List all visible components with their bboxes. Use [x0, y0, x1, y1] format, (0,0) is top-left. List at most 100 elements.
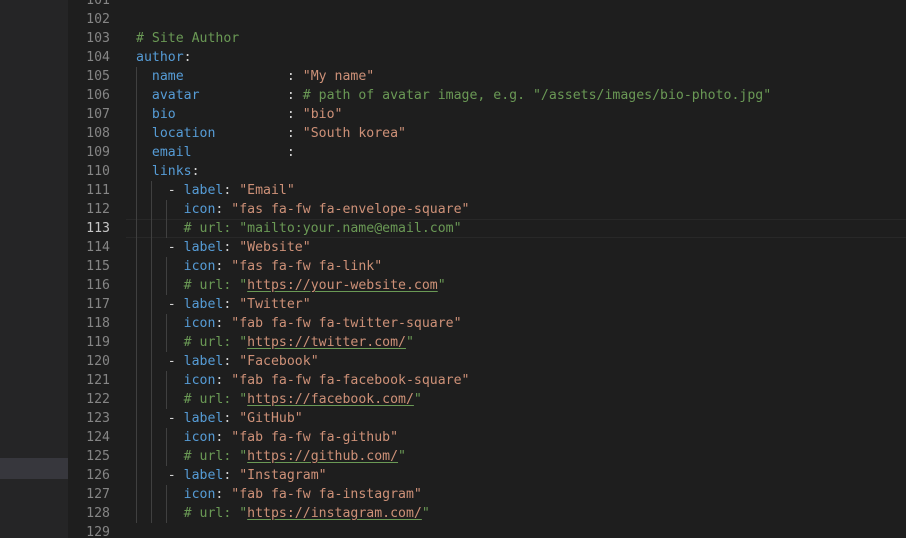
code-link[interactable]: https://github.com/	[247, 449, 398, 464]
code-string: "Email"	[239, 183, 295, 198]
code-line[interactable]: 116 # url: "https://your-website.com"	[0, 276, 906, 295]
code-line[interactable]: 111 - label: "Email"	[0, 181, 906, 200]
code-key: icon	[183, 487, 216, 502]
code-text: - label: "Facebook"	[136, 352, 319, 371]
code-line[interactable]: 104 author:	[0, 48, 906, 67]
code-text: icon: "fab fa-fw fa-twitter-square"	[136, 314, 462, 333]
code-text: # url: "https://your-website.com"	[136, 276, 446, 295]
code-comment: # url: "	[183, 335, 248, 350]
code-key: icon	[183, 373, 216, 388]
line-number: 106	[86, 88, 110, 103]
code-comment: # path of avatar image, e.g. "/assets/im…	[302, 88, 772, 103]
code-line[interactable]: 118 icon: "fab fa-fw fa-twitter-square"	[0, 314, 906, 333]
code-line[interactable]: 110 links:	[0, 162, 906, 181]
code-punct	[136, 145, 152, 160]
code-line[interactable]: 109 email :	[0, 143, 906, 162]
code-punct: :	[183, 69, 303, 84]
code-punct	[136, 392, 184, 407]
code-punct: :	[223, 468, 240, 483]
line-number: 129	[86, 525, 110, 538]
code-line[interactable]: 129	[0, 523, 906, 538]
code-line[interactable]: 102	[0, 10, 906, 29]
code-punct: :	[183, 50, 192, 65]
code-text: email :	[136, 143, 295, 162]
code-punct	[136, 69, 152, 84]
code-text: - label: "GitHub"	[136, 409, 303, 428]
code-area[interactable]: 101 102 103 # Site Author 104 author: 105 name…	[0, 0, 906, 538]
code-key: label	[183, 354, 224, 369]
code-punct	[136, 506, 184, 521]
code-editor[interactable]: 101 102 103 # Site Author 104 author: 105 name…	[0, 0, 906, 538]
line-number: 107	[86, 107, 110, 122]
code-line[interactable]: 124 icon: "fab fa-fw fa-github"	[0, 428, 906, 447]
code-key: label	[183, 468, 224, 483]
code-punct	[136, 126, 152, 141]
line-number: 108	[86, 126, 110, 141]
code-line[interactable]: 127 icon: "fab fa-fw fa-instagram"	[0, 485, 906, 504]
code-line[interactable]: 126 - label: "Instagram"	[0, 466, 906, 485]
code-string: "Facebook"	[239, 354, 319, 369]
code-punct: -	[136, 411, 184, 426]
code-comment: "	[413, 392, 422, 407]
code-line[interactable]: 103 # Site Author	[0, 29, 906, 48]
code-key: label	[183, 240, 224, 255]
code-key: links	[151, 164, 192, 179]
code-line[interactable]: 122 # url: "https://facebook.com/"	[0, 390, 906, 409]
code-line[interactable]: 125 # url: "https://github.com/"	[0, 447, 906, 466]
code-line[interactable]: 128 # url: "https://instagram.com/"	[0, 504, 906, 523]
code-punct: :	[215, 430, 232, 445]
line-number: 128	[86, 506, 110, 521]
code-string: "fab fa-fw fa-twitter-square"	[231, 316, 462, 331]
code-text: author:	[136, 48, 192, 67]
code-line[interactable]: 123 - label: "GitHub"	[0, 409, 906, 428]
code-line[interactable]: 121 icon: "fab fa-fw fa-facebook-square"	[0, 371, 906, 390]
line-number: 119	[86, 335, 110, 350]
code-key: name	[151, 69, 184, 84]
code-punct: :	[215, 316, 232, 331]
line-number: 114	[86, 240, 110, 255]
code-line[interactable]: 115 icon: "fas fa-fw fa-link"	[0, 257, 906, 276]
code-text: icon: "fas fa-fw fa-envelope-square"	[136, 200, 470, 219]
code-line[interactable]: 108 location : "South korea"	[0, 124, 906, 143]
code-line[interactable]: 106 avatar : # path of avatar image, e.g…	[0, 86, 906, 105]
code-punct: -	[136, 183, 184, 198]
line-number: 118	[86, 316, 110, 331]
code-punct: :	[215, 126, 303, 141]
code-link[interactable]: https://your-website.com	[247, 278, 438, 293]
code-line[interactable]: 101	[0, 0, 906, 10]
code-key: icon	[183, 430, 216, 445]
code-punct: :	[191, 145, 295, 160]
code-link[interactable]: https://facebook.com/	[247, 392, 414, 407]
code-punct: -	[136, 297, 184, 312]
code-line[interactable]: 119 # url: "https://twitter.com/"	[0, 333, 906, 352]
code-line[interactable]: 107 bio : "bio"	[0, 105, 906, 124]
code-punct: :	[199, 88, 303, 103]
code-string: "Instagram"	[239, 468, 327, 483]
code-string: "fab fa-fw fa-instagram"	[231, 487, 422, 502]
code-link[interactable]: https://twitter.com/	[247, 335, 406, 350]
code-line[interactable]: 120 - label: "Facebook"	[0, 352, 906, 371]
code-text: # Site Author	[136, 29, 239, 48]
code-line[interactable]: 113 # url: "mailto:your.name@email.com"	[0, 219, 906, 238]
code-key: icon	[183, 316, 216, 331]
code-string: "fas fa-fw fa-envelope-square"	[231, 202, 470, 217]
code-text: links:	[136, 162, 200, 181]
code-punct	[136, 430, 184, 445]
code-key: email	[151, 145, 192, 160]
code-text: - label: "Instagram"	[136, 466, 327, 485]
code-key: author	[136, 50, 184, 65]
code-comment: "	[405, 335, 414, 350]
code-comment: "	[437, 278, 446, 293]
code-line[interactable]: 117 - label: "Twitter"	[0, 295, 906, 314]
code-link[interactable]: https://instagram.com/	[247, 506, 422, 521]
code-punct: -	[136, 240, 184, 255]
code-punct: :	[223, 240, 240, 255]
line-number: 109	[86, 145, 110, 160]
line-number: 123	[86, 411, 110, 426]
code-line[interactable]: 105 name : "My name"	[0, 67, 906, 86]
code-text: icon: "fab fa-fw fa-instagram"	[136, 485, 422, 504]
code-line[interactable]: 114 - label: "Website"	[0, 238, 906, 257]
code-text: # url: "https://facebook.com/"	[136, 390, 422, 409]
code-line[interactable]: 112 icon: "fas fa-fw fa-envelope-square"	[0, 200, 906, 219]
code-punct	[136, 107, 152, 122]
